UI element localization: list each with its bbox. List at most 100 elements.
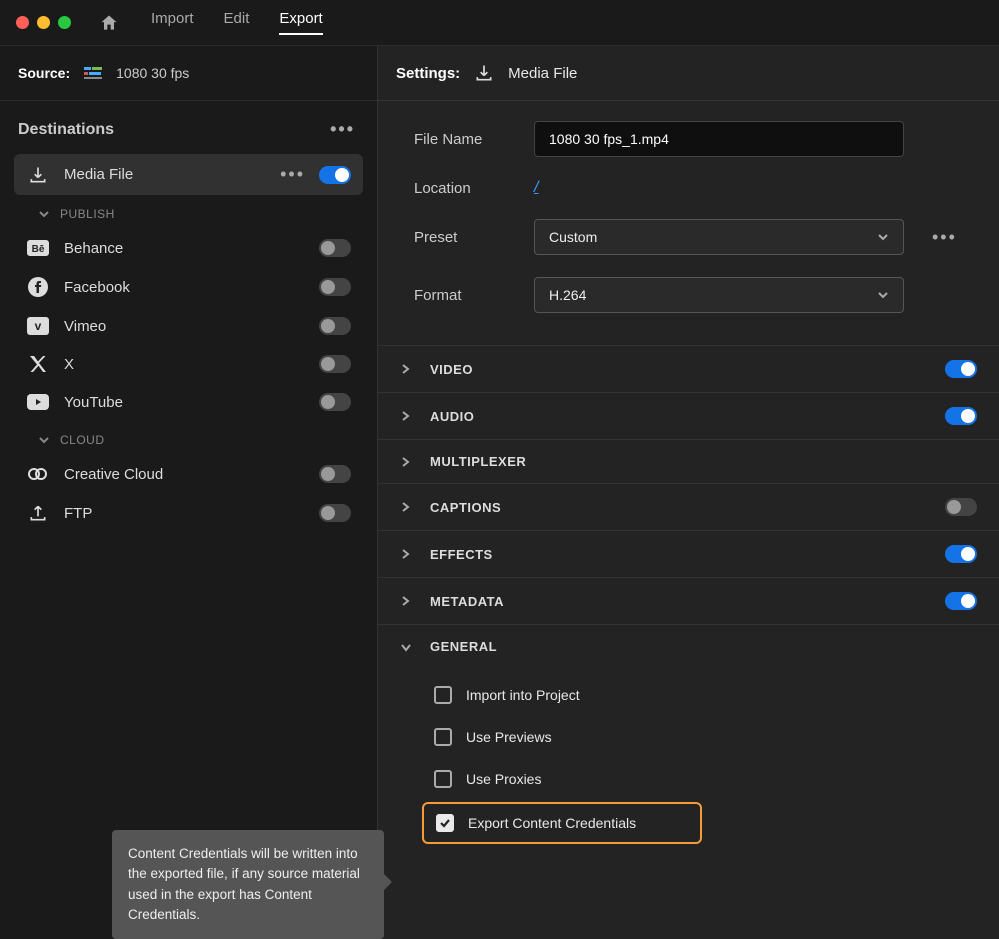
media-file-icon — [474, 63, 494, 83]
format-select[interactable]: H.264 — [534, 277, 904, 313]
file-name-input[interactable] — [534, 121, 904, 157]
accordion-effects[interactable]: EFFECTS — [378, 530, 999, 577]
chevron-right-icon — [400, 410, 416, 422]
check-use-proxies[interactable]: Use Proxies — [434, 758, 977, 800]
accordion-captions[interactable]: CAPTIONS — [378, 483, 999, 530]
accordion-general[interactable]: GENERAL — [378, 624, 999, 668]
check-label: Import into Project — [466, 687, 580, 703]
accordion-metadata[interactable]: METADATA — [378, 577, 999, 624]
chevron-down-icon — [400, 642, 416, 652]
facebook-icon — [26, 277, 50, 297]
preset-label: Preset — [414, 229, 514, 246]
destination-label: Media File — [64, 166, 266, 183]
preset-select[interactable]: Custom — [534, 219, 904, 255]
export-content-credentials-highlight: Export Content Credentials — [422, 802, 702, 844]
destinations-more-icon[interactable]: ••• — [330, 119, 355, 140]
destination-x[interactable]: X — [14, 345, 363, 383]
minimize-window-button[interactable] — [37, 16, 50, 29]
x-icon — [26, 355, 50, 373]
settings-label: Settings: — [396, 65, 460, 82]
accordion-title: METADATA — [430, 594, 931, 609]
chevron-right-icon — [400, 548, 416, 560]
cloud-section-label[interactable]: CLOUD — [60, 433, 105, 447]
chevron-down-icon — [38, 208, 50, 220]
svg-text:Bē: Bē — [32, 244, 45, 255]
source-label: Source: — [18, 65, 70, 81]
home-icon[interactable] — [99, 13, 119, 33]
facebook-toggle[interactable] — [319, 278, 351, 296]
preset-more-icon[interactable]: ••• — [932, 227, 957, 248]
format-label: Format — [414, 287, 514, 304]
media-file-icon — [26, 165, 50, 185]
destination-vimeo[interactable]: v Vimeo — [14, 307, 363, 345]
close-window-button[interactable] — [16, 16, 29, 29]
creative-cloud-icon — [26, 466, 50, 482]
check-use-previews[interactable]: Use Previews — [434, 716, 977, 758]
captions-toggle[interactable] — [945, 498, 977, 516]
chevron-right-icon — [400, 363, 416, 375]
settings-destination-name: Media File — [508, 65, 577, 82]
chevron-down-icon — [877, 231, 889, 243]
media-file-more-icon[interactable]: ••• — [280, 164, 305, 185]
accordion-title: MULTIPLEXER — [430, 454, 977, 469]
traffic-lights — [16, 16, 71, 29]
tab-export[interactable]: Export — [279, 10, 322, 35]
accordion-video[interactable]: VIDEO — [378, 345, 999, 392]
destination-ftp[interactable]: FTP — [14, 493, 363, 533]
media-file-toggle[interactable] — [319, 166, 351, 184]
destination-media-file[interactable]: Media File ••• — [14, 154, 363, 195]
youtube-icon — [26, 394, 50, 410]
accordion-title: CAPTIONS — [430, 500, 931, 515]
behance-toggle[interactable] — [319, 239, 351, 257]
file-name-label: File Name — [414, 131, 514, 148]
checkbox-checked-icon[interactable] — [436, 814, 454, 832]
chevron-down-icon — [877, 289, 889, 301]
destination-label: Behance — [64, 240, 305, 257]
effects-toggle[interactable] — [945, 545, 977, 563]
creative-cloud-toggle[interactable] — [319, 465, 351, 483]
svg-text:v: v — [35, 319, 42, 333]
format-value: H.264 — [549, 287, 586, 303]
check-label[interactable]: Export Content Credentials — [468, 815, 636, 831]
ftp-toggle[interactable] — [319, 504, 351, 522]
location-label: Location — [414, 180, 514, 197]
tab-edit[interactable]: Edit — [224, 10, 250, 35]
vimeo-toggle[interactable] — [319, 317, 351, 335]
destination-label: FTP — [64, 505, 305, 522]
destination-creative-cloud[interactable]: Creative Cloud — [14, 455, 363, 493]
maximize-window-button[interactable] — [58, 16, 71, 29]
upload-icon — [26, 503, 50, 523]
audio-toggle[interactable] — [945, 407, 977, 425]
check-label: Use Previews — [466, 729, 552, 745]
preset-value: Custom — [549, 229, 597, 245]
checkbox-icon — [434, 728, 452, 746]
destination-label: Vimeo — [64, 318, 305, 335]
destination-label: X — [64, 356, 305, 373]
tab-import[interactable]: Import — [151, 10, 194, 35]
check-label: Use Proxies — [466, 771, 541, 787]
destination-behance[interactable]: Bē Behance — [14, 229, 363, 267]
accordion-multiplexer[interactable]: MULTIPLEXER — [378, 439, 999, 483]
destination-label: Creative Cloud — [64, 466, 305, 483]
vimeo-icon: v — [26, 317, 50, 335]
publish-section-label[interactable]: PUBLISH — [60, 207, 115, 221]
accordion-title: VIDEO — [430, 362, 931, 377]
location-link[interactable]: / — [534, 179, 538, 197]
destination-label: YouTube — [64, 394, 305, 411]
video-toggle[interactable] — [945, 360, 977, 378]
chevron-right-icon — [400, 456, 416, 468]
sequence-icon — [84, 65, 102, 81]
destination-facebook[interactable]: Facebook — [14, 267, 363, 307]
destination-label: Facebook — [64, 279, 305, 296]
accordion-audio[interactable]: AUDIO — [378, 392, 999, 439]
x-toggle[interactable] — [319, 355, 351, 373]
source-name[interactable]: 1080 30 fps — [116, 65, 189, 81]
metadata-toggle[interactable] — [945, 592, 977, 610]
chevron-right-icon — [400, 501, 416, 513]
youtube-toggle[interactable] — [319, 393, 351, 411]
destination-youtube[interactable]: YouTube — [14, 383, 363, 421]
chevron-right-icon — [400, 595, 416, 607]
check-import-into-project[interactable]: Import into Project — [434, 674, 977, 716]
destinations-title: Destinations — [18, 121, 114, 139]
accordion-title: AUDIO — [430, 409, 931, 424]
